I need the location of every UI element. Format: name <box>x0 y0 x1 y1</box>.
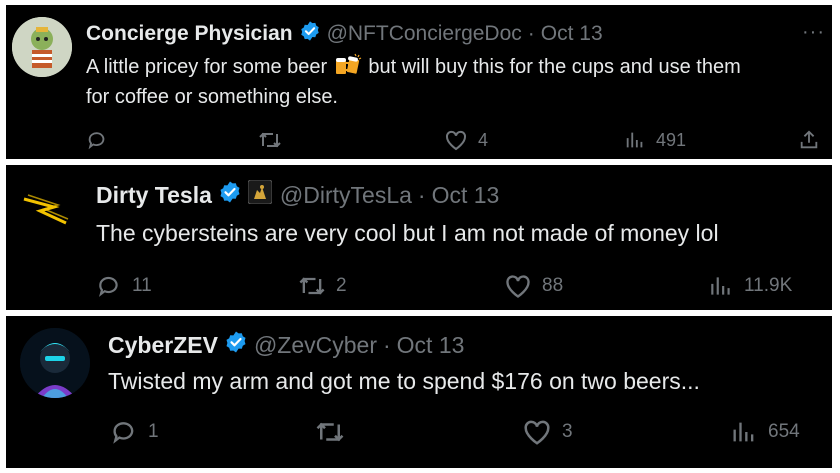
heart-icon <box>506 275 530 298</box>
views-button[interactable]: 491 <box>624 129 686 151</box>
share-icon <box>800 130 818 149</box>
display-name[interactable]: CyberZEV <box>108 332 218 359</box>
display-name[interactable]: Dirty Tesla <box>96 182 212 209</box>
like-button[interactable]: 88 <box>504 273 563 299</box>
separator-dot: · <box>382 331 391 358</box>
tweet-header: Dirty Tesla @DirtyTesLa · Oct 13 <box>96 179 500 210</box>
tweet-date[interactable]: Oct 13 <box>432 182 500 209</box>
views-count: 654 <box>768 421 800 442</box>
retweet-icon <box>299 277 325 295</box>
views-button[interactable]: 654 <box>730 418 800 446</box>
reply-button[interactable]: 1 <box>110 418 159 446</box>
avatar[interactable] <box>20 328 90 398</box>
share-button[interactable] <box>798 129 820 151</box>
avatar[interactable] <box>14 179 76 241</box>
reply-icon <box>113 422 134 444</box>
tweet-header: Concierge Physician @NFTConciergeDoc · O… <box>86 20 603 48</box>
like-count: 88 <box>542 275 564 296</box>
tweet-date[interactable]: Oct 13 <box>541 22 603 46</box>
like-count: 3 <box>562 421 573 442</box>
tweet-header: CyberZEV @ZevCyber · Oct 13 <box>108 330 464 360</box>
tweet-date[interactable]: Oct 13 <box>397 332 465 359</box>
views-icon <box>733 422 754 442</box>
cyber-character-icon <box>20 328 90 398</box>
like-count: 4 <box>478 129 489 150</box>
reply-icon <box>88 132 105 150</box>
more-options-icon[interactable]: ··· <box>802 21 825 44</box>
like-button[interactable]: 3 <box>522 418 573 446</box>
avatar-art-icon <box>12 17 72 77</box>
views-button[interactable]: 11.9K <box>708 273 792 299</box>
clinking-beer-mugs-icon <box>333 53 363 85</box>
tweet-text-part-3: for coffee or something else. <box>86 85 338 108</box>
tweet-text: Twisted my arm and got me to spend $176 … <box>108 368 700 394</box>
separator-dot: · <box>527 22 535 45</box>
views-count: 11.9K <box>744 275 793 296</box>
lightning-bolt-icon <box>14 179 76 241</box>
retweet-button[interactable]: 2 <box>298 273 347 299</box>
tweet-text: A little pricey for some beer but will b… <box>86 53 826 110</box>
heart-icon <box>445 130 467 151</box>
gold-lion-icon[interactable] <box>247 179 273 210</box>
heart-icon <box>524 420 550 445</box>
tweet-text-part-1: A little pricey for some beer <box>86 56 328 78</box>
reply-count: 11 <box>132 275 152 296</box>
retweet-button[interactable] <box>258 129 292 151</box>
retweet-count: 2 <box>336 275 347 296</box>
views-icon <box>626 132 643 148</box>
display-name[interactable]: Concierge Physician <box>86 22 293 46</box>
retweet-icon <box>259 132 281 148</box>
views-icon <box>711 277 730 295</box>
separator-dot: · <box>417 181 426 208</box>
tweet-card-3[interactable]: CyberZEV @ZevCyber · Oct 13 Twisted my a… <box>6 316 832 468</box>
reply-icon <box>99 276 118 297</box>
tweet-card-2[interactable]: Dirty Tesla @DirtyTesLa · Oct 13 The cyb… <box>6 165 832 310</box>
user-handle[interactable]: @NFTConciergeDoc <box>327 22 522 46</box>
retweet-button[interactable] <box>315 418 355 446</box>
verified-badge-icon <box>299 20 321 48</box>
verified-badge-icon <box>224 330 248 360</box>
reply-button[interactable]: 11 <box>96 273 152 299</box>
views-count: 491 <box>656 129 687 150</box>
like-button[interactable]: 4 <box>444 129 488 151</box>
retweet-icon <box>316 422 344 442</box>
user-handle[interactable]: @DirtyTesLa <box>280 182 412 209</box>
reply-button[interactable] <box>86 129 118 151</box>
user-handle[interactable]: @ZevCyber <box>254 332 377 359</box>
verified-badge-icon <box>218 180 242 210</box>
tweet-text: The cybersteins are very cool but I am n… <box>96 220 719 246</box>
tweet-text-part-2: but will buy this for the cups and use t… <box>368 56 741 78</box>
tweet-card-1[interactable]: Concierge Physician @NFTConciergeDoc · O… <box>6 5 832 159</box>
reply-count: 1 <box>148 421 159 442</box>
avatar[interactable] <box>12 17 72 77</box>
